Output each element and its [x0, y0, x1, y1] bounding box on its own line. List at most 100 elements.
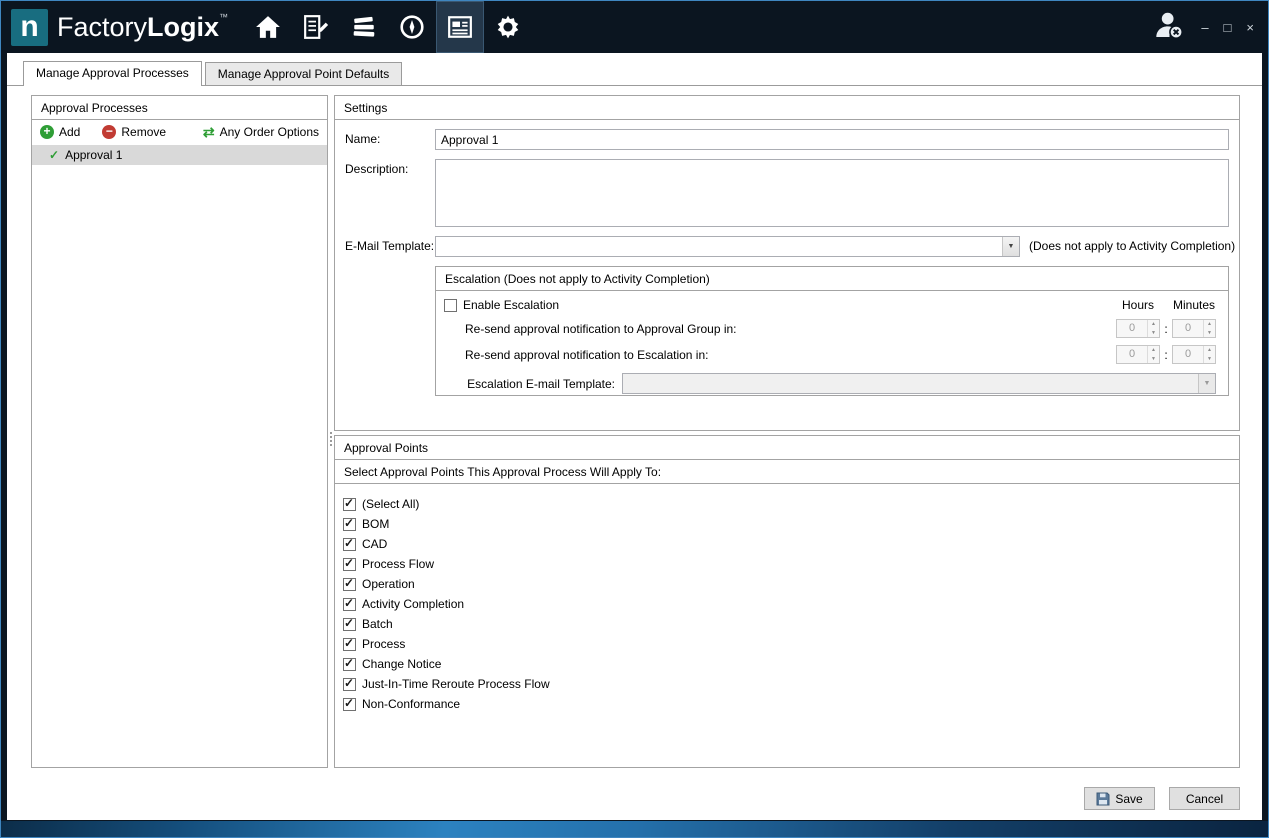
approval-process-list: ✓ Approval 1: [32, 143, 327, 165]
enable-escalation-field: Enable Escalation: [444, 298, 1116, 312]
check-icon: ✓: [344, 657, 354, 670]
group-minutes-value: 0: [1173, 320, 1203, 337]
cancel-button[interactable]: Cancel: [1169, 787, 1240, 810]
app-window: n FactoryLogix™: [0, 0, 1269, 838]
checkbox-checked[interactable]: ✓: [343, 678, 356, 691]
app-logo: n: [11, 9, 48, 46]
group-hours-spinner[interactable]: 0 ▲ ▼: [1116, 319, 1160, 338]
settings-nav-button[interactable]: [484, 1, 532, 53]
spinner-up-icon[interactable]: ▲: [1148, 346, 1159, 355]
home-nav-button[interactable]: [244, 1, 292, 53]
any-order-label: Any Order Options: [220, 125, 319, 139]
close-icon[interactable]: ×: [1246, 21, 1254, 34]
checkbox-checked[interactable]: ✓: [343, 658, 356, 671]
footer-actions: Save Cancel: [1084, 787, 1240, 810]
checkbox-checked[interactable]: ✓: [343, 578, 356, 591]
approval-processes-title: Approval Processes: [32, 96, 327, 120]
checkbox-checked[interactable]: ✓: [343, 598, 356, 611]
list-item-approval-1[interactable]: ✓ Approval 1: [32, 145, 327, 165]
main-nav: [244, 1, 532, 53]
titlebar-right: – □ ×: [1153, 9, 1268, 46]
checkbox-checked[interactable]: ✓: [343, 518, 356, 531]
escalation-minutes-spinner[interactable]: 0 ▲ ▼: [1172, 345, 1216, 364]
time-colon: :: [1160, 322, 1172, 336]
checkbox-label: BOM: [362, 517, 389, 531]
save-button[interactable]: Save: [1084, 787, 1155, 810]
approval-point-operation[interactable]: ✓ Operation: [343, 574, 1239, 594]
approval-point-jit-reroute[interactable]: ✓ Just-In-Time Reroute Process Flow: [343, 674, 1239, 694]
production-nav-button[interactable]: [292, 1, 340, 53]
chevron-down-icon[interactable]: ▼: [1002, 237, 1019, 256]
name-input[interactable]: [435, 129, 1229, 150]
enable-escalation-checkbox[interactable]: [444, 299, 457, 312]
approval-point-bom[interactable]: ✓ BOM: [343, 514, 1239, 534]
maximize-icon[interactable]: □: [1224, 21, 1232, 34]
approval-point-cad[interactable]: ✓ CAD: [343, 534, 1239, 554]
checkbox-label: CAD: [362, 537, 387, 551]
approval-point-change-notice[interactable]: ✓ Change Notice: [343, 654, 1239, 674]
approval-point-select-all[interactable]: ✓ (Select All): [343, 494, 1239, 514]
check-icon: ✓: [344, 517, 354, 530]
checkbox-label: Process: [362, 637, 405, 651]
description-input[interactable]: [435, 159, 1229, 227]
escalation-hours-spinner[interactable]: 0 ▲ ▼: [1116, 345, 1160, 364]
escalation-title: Escalation (Does not apply to Activity C…: [436, 267, 1228, 291]
add-icon: +: [40, 125, 54, 139]
spinner-up-icon[interactable]: ▲: [1204, 346, 1215, 355]
library-nav-button[interactable]: [340, 1, 388, 53]
spinner-up-icon[interactable]: ▲: [1148, 320, 1159, 329]
approval-point-non-conformance[interactable]: ✓ Non-Conformance: [343, 694, 1239, 714]
time-colon: :: [1160, 348, 1172, 362]
escalation-template-dropdown[interactable]: ▼: [622, 373, 1216, 394]
email-template-label: E-Mail Template:: [345, 236, 435, 257]
save-icon: [1096, 792, 1110, 806]
approval-point-batch[interactable]: ✓ Batch: [343, 614, 1239, 634]
checkbox-checked[interactable]: ✓: [343, 538, 356, 551]
approval-point-process[interactable]: ✓ Process: [343, 634, 1239, 654]
remove-button[interactable]: − Remove: [102, 125, 166, 139]
spinner-up-icon[interactable]: ▲: [1204, 320, 1215, 329]
approval-point-process-flow[interactable]: ✓ Process Flow: [343, 554, 1239, 574]
group-minutes-spinner[interactable]: 0 ▲ ▼: [1172, 319, 1216, 338]
user-icon: [1153, 9, 1185, 41]
spinner-down-icon[interactable]: ▼: [1148, 355, 1159, 364]
compass-icon: [399, 14, 425, 40]
app-name: FactoryLogix™: [57, 12, 228, 43]
checkbox-checked[interactable]: ✓: [343, 558, 356, 571]
tab-label: Manage Approval Processes: [36, 66, 189, 80]
spinner-down-icon[interactable]: ▼: [1204, 329, 1215, 338]
tabstrip: Manage Approval Processes Manage Approva…: [7, 53, 1262, 86]
spinner-down-icon[interactable]: ▼: [1148, 329, 1159, 338]
approval-points-title: Approval Points: [335, 436, 1239, 460]
user-logout-button[interactable]: [1153, 9, 1185, 46]
minimize-icon[interactable]: –: [1201, 21, 1208, 34]
description-label: Description:: [345, 159, 435, 227]
checkbox-label: Batch: [362, 617, 393, 631]
minutes-header: Minutes: [1172, 298, 1216, 312]
tab-manage-approval-processes[interactable]: Manage Approval Processes: [23, 61, 202, 86]
escalation-header-row: Enable Escalation Hours Minutes: [444, 298, 1216, 312]
email-template-dropdown[interactable]: ▼: [435, 236, 1020, 257]
tab-manage-approval-point-defaults[interactable]: Manage Approval Point Defaults: [205, 62, 402, 85]
hours-header: Hours: [1116, 298, 1160, 312]
escalation-template-label: Escalation E-mail Template:: [467, 377, 615, 391]
check-icon: ✓: [344, 557, 354, 570]
checkbox-checked[interactable]: ✓: [343, 618, 356, 631]
add-button[interactable]: + Add: [40, 125, 80, 139]
any-order-options-button[interactable]: ⇄ Any Order Options: [203, 125, 319, 139]
spinner-down-icon[interactable]: ▼: [1204, 355, 1215, 364]
approval-points-panel: Approval Points Select Approval Points T…: [334, 435, 1240, 768]
approval-points-subtitle: Select Approval Points This Approval Pro…: [335, 460, 1239, 484]
checkbox-checked[interactable]: ✓: [343, 698, 356, 711]
dispatch-nav-button[interactable]: [388, 1, 436, 53]
checkbox-checked[interactable]: ✓: [343, 638, 356, 651]
resend-group-row: Re-send approval notification to Approva…: [444, 319, 1216, 338]
main-content: Manage Approval Processes Manage Approva…: [7, 53, 1262, 820]
titlebar: n FactoryLogix™: [1, 1, 1268, 53]
approval-point-activity-completion[interactable]: ✓ Activity Completion: [343, 594, 1239, 614]
resend-escalation-label: Re-send approval notification to Escalat…: [444, 348, 1116, 362]
checkbox-checked[interactable]: ✓: [343, 498, 356, 511]
worksheet-pencil-icon: [303, 15, 329, 39]
reports-nav-button-active[interactable]: [436, 1, 484, 53]
approval-processes-panel: Approval Processes + Add − Remove ⇄ Any …: [31, 95, 328, 768]
